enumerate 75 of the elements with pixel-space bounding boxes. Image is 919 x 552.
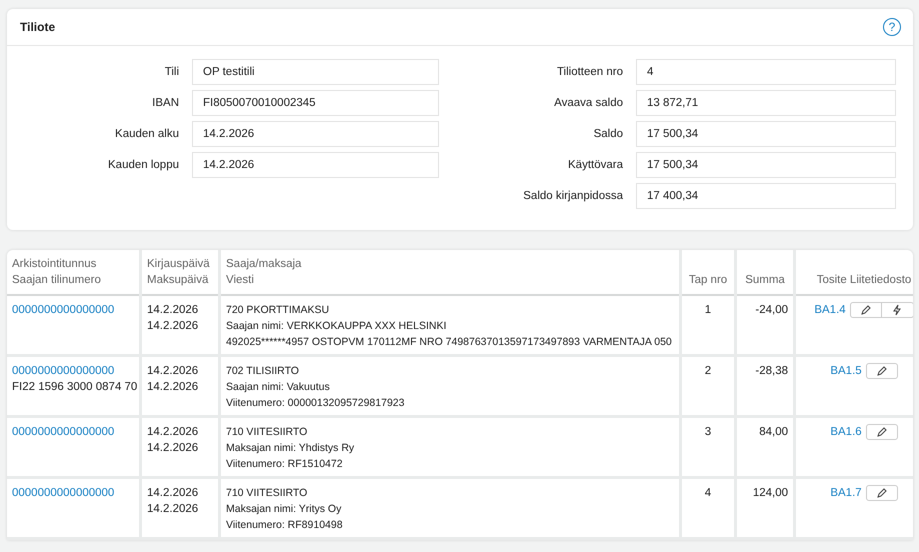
input-field[interactable]: 17 500,34 — [636, 121, 896, 147]
table-cell: 1 — [680, 295, 736, 356]
archive-id-link[interactable]: 0000000000000000 — [12, 485, 134, 501]
input-field[interactable]: 4 — [636, 59, 896, 85]
column-header: Arkistointitunnus — [12, 257, 98, 272]
payment-date: 14.2.2026 — [147, 441, 200, 456]
field-label: Kauden loppu — [107, 159, 179, 171]
message-line: Maksajan nimi: Yritys Oy — [226, 502, 342, 517]
column-header: Saaja/maksaja — [226, 257, 302, 272]
column-header: Maksupäivä — [147, 273, 210, 288]
field-label: Kauden alku — [114, 128, 179, 140]
column-header: Kirjauspäivä — [147, 257, 211, 272]
input-field[interactable]: 14.2.2026 — [192, 152, 439, 178]
message-line: Viitenumero: RF8910498 — [226, 518, 344, 533]
payment-date: 14.2.2026 — [147, 502, 200, 517]
message-line: 710 VIITESIIRTO — [226, 425, 308, 440]
booking-date: 14.2.2026 — [147, 425, 200, 440]
message-line: Maksajan nimi: Yhdistys Ry — [226, 441, 356, 456]
message-line: Viitenumero: RF1510472 — [226, 457, 344, 472]
help-icon[interactable]: ? — [883, 18, 901, 36]
input-field[interactable]: 13 872,71 — [636, 90, 896, 116]
table-cell: 84,00 — [736, 416, 794, 478]
message-line: 720 PKORTTIMAKSU — [226, 303, 330, 318]
table-cell: 2 — [680, 356, 736, 416]
message-line: 492025******4957 OSTOPVM 170112MF NRO 74987637013597173497893 VARMENTAJA 050 — [226, 335, 673, 350]
field-label: Tiliotteen nro — [556, 66, 623, 78]
message-line: Viitenumero: 00000132095729817923 — [226, 396, 406, 411]
voucher-link[interactable]: BA1.5 — [830, 363, 862, 379]
table-cell: 124,00 — [736, 478, 794, 538]
field-label: Avaava saldo — [553, 97, 623, 109]
column-header: Tap nro — [688, 273, 728, 288]
voucher-link[interactable]: BA1.6 — [830, 424, 862, 440]
input-field[interactable]: 14.2.2026 — [192, 121, 439, 147]
table-cell: 3 — [680, 416, 736, 478]
voucher-link[interactable]: BA1.4 — [814, 302, 846, 318]
action-button[interactable] — [882, 302, 913, 318]
booking-date: 14.2.2026 — [147, 364, 200, 379]
edit-button[interactable] — [866, 485, 898, 501]
voucher-link[interactable]: BA1.7 — [830, 485, 862, 501]
column-header: Tosite Liitetiedosto — [816, 273, 912, 288]
table-cell: -24,00 — [736, 295, 794, 356]
message-line: Saajan nimi: Vakuutus — [226, 380, 331, 395]
payment-date: 14.2.2026 — [147, 319, 200, 334]
message-line: Saajan nimi: VERKKOKAUPPA XXX HELSINKI — [226, 319, 448, 334]
pencil-icon — [860, 304, 872, 316]
field-label: Saldo — [592, 128, 623, 140]
panel-title: Tiliote — [20, 20, 56, 34]
archive-id-link[interactable]: 0000000000000000 — [12, 302, 134, 318]
pencil-icon — [876, 487, 888, 499]
field-label: Tili — [164, 66, 179, 78]
pencil-icon — [876, 365, 888, 377]
booking-date: 14.2.2026 — [147, 303, 200, 318]
edit-button[interactable] — [866, 424, 898, 440]
input-field[interactable]: OP testitili — [192, 59, 439, 85]
field-label: IBAN — [151, 97, 179, 109]
column-header: Saajan tilinumero — [12, 273, 102, 288]
message-line: 710 VIITESIIRTO — [226, 486, 308, 501]
archive-id-link[interactable]: 0000000000000000 — [12, 424, 134, 440]
table-cell: -28,38 — [736, 356, 794, 416]
payment-date: 14.2.2026 — [147, 380, 200, 395]
edit-button[interactable] — [866, 363, 898, 379]
edit-button[interactable] — [850, 302, 882, 318]
input-field[interactable]: 17 500,34 — [636, 152, 896, 178]
pencil-icon — [876, 426, 888, 438]
input-field[interactable]: FI8050070010002345 — [192, 90, 439, 116]
field-label: Käyttövara — [567, 159, 623, 171]
field-label: Saldo kirjanpidossa — [522, 190, 623, 202]
archive-id-link[interactable]: 0000000000000000 — [12, 363, 134, 379]
column-header: Viesti — [226, 273, 255, 288]
booking-date: 14.2.2026 — [147, 486, 200, 501]
table-cell: 4 — [680, 478, 736, 538]
bolt-icon — [892, 304, 902, 316]
column-header: Summa — [744, 273, 786, 288]
message-line: 702 TILISIIRTO — [226, 364, 300, 379]
input-field[interactable]: 17 400,34 — [636, 183, 896, 209]
